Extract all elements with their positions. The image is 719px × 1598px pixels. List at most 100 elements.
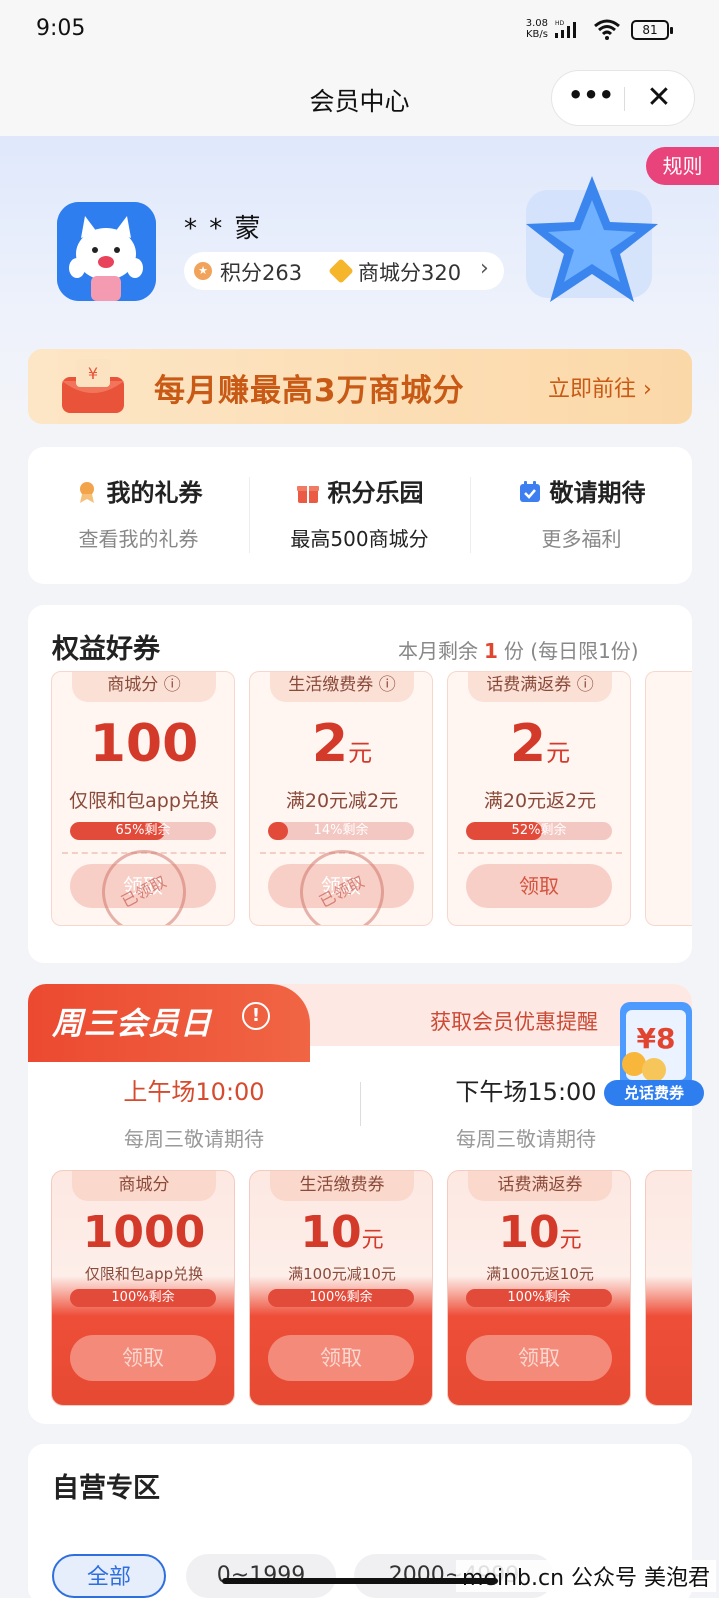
coupon-type[interactable]: 商城分 ⓘ [72, 672, 216, 702]
wednesday-body: 上午场10:00 每周三敬请期待 下午场15:00 每周三敬请期待 商城分 10… [28, 1046, 692, 1424]
close-icon[interactable]: ✕ [636, 75, 682, 121]
floating-phone-coupon[interactable]: ¥8 兑话费券 [604, 1000, 704, 1108]
more-icon[interactable]: ••• [566, 77, 616, 117]
promo-banner[interactable]: ¥ 每月赚最高3万商城分 立即前往 › [28, 349, 692, 424]
coupon-type: 商城分 [72, 1171, 216, 1201]
wednesday-member-day: 上午场10:00 每周三敬请期待 下午场15:00 每周三敬请期待 商城分 10… [28, 984, 692, 1424]
coming-soon-entry[interactable]: 敬请期待 更多福利 [471, 447, 692, 584]
avatar[interactable] [57, 202, 156, 301]
divider [458, 852, 622, 854]
coupon-desc: 仅限和包app兑换 [69, 790, 219, 812]
svg-text:兑话费券: 兑话费券 [624, 1084, 685, 1102]
calendar-icon [519, 481, 540, 502]
mall-points-value: 商城分320 [358, 261, 462, 285]
coupon-card: 生活缴费券 ⓘ 2元 满20元减2元 14%剩余 领取 已领取 [249, 671, 433, 926]
coupon-desc: 满100元返10元 [486, 1265, 594, 1283]
claim-button[interactable]: 领取 [268, 1335, 414, 1381]
coupon-amount: 100 [89, 714, 199, 774]
benefit-coupons-section: 权益好券 本月剩余 1 份 (每日限1份) 商城分 ⓘ 100 仅限和包app兑换 … [28, 605, 692, 963]
stock-progress: 52%剩余 [466, 822, 612, 840]
stock-progress: 14%剩余 [268, 822, 414, 840]
battery-icon: 81 [631, 20, 673, 40]
diamond-icon [328, 258, 354, 284]
svg-text:HD: HD [555, 20, 565, 27]
member-day-coupon: 话费满返券 10元 满100元返10元 100%剩余 领取 [447, 1170, 631, 1406]
section-title: 权益好券 [52, 634, 160, 665]
points-park-entry[interactable]: 积分乐园 最高500商城分 [249, 447, 470, 584]
coupon-desc: 满20元减2元 [285, 790, 399, 812]
coupon-desc: 满100元减10元 [288, 1265, 396, 1283]
filter-chip-all[interactable]: 全部 [52, 1554, 166, 1598]
claimed-stamp: 已领取 [87, 835, 201, 925]
red-envelope-icon: ¥ [62, 359, 124, 413]
username: * * 蒙 [184, 214, 263, 244]
coupon-desc: 仅限和包app兑换 [84, 1265, 204, 1283]
session-time: 上午场10:00 [123, 1078, 265, 1106]
gift-icon [296, 486, 319, 503]
morning-session: 上午场10:00 每周三敬请期待 [28, 1072, 360, 1152]
claimed-stamp: 已领取 [285, 835, 399, 925]
quick-sub: 更多福利 [541, 527, 622, 551]
quick-sub: 查看我的礼券 [78, 527, 199, 551]
coupon-amount: 2元 [311, 714, 373, 774]
member-star-icon [526, 176, 658, 302]
claim-button[interactable]: 领取 [466, 864, 612, 908]
coupon-type: 话费满返券 [468, 1171, 612, 1201]
section-title: 自营专区 [52, 1473, 160, 1504]
session-sub: 每周三敬请期待 [456, 1127, 596, 1151]
promo-go-link[interactable]: 立即前往 › [548, 371, 652, 403]
dog-mascot-icon [57, 202, 156, 301]
info-icon[interactable]: ! [242, 1002, 270, 1030]
quick-title: 积分乐园 [327, 479, 424, 507]
claim-button[interactable]: 领取 [466, 1335, 612, 1381]
member-day-coupon: 生活缴费券 10元 满100元减10元 100%剩余 领取 [249, 1170, 433, 1406]
status-time: 9:05 [36, 16, 86, 41]
coupon-amount: 1000 [82, 1207, 206, 1258]
quick-title: 敬请期待 [549, 479, 646, 507]
my-coupons-entry[interactable]: 我的礼券 查看我的礼券 [28, 447, 249, 584]
coupon-type: 生活缴费券 [270, 1171, 414, 1201]
wednesday-title-tab: 周三会员日 ! [28, 984, 310, 1062]
wifi-icon [594, 19, 620, 40]
stock-progress: 100%剩余 [70, 1289, 216, 1307]
network-speed: 3.08 KB/s [525, 18, 548, 40]
stock-progress: 100%剩余 [268, 1289, 414, 1307]
capsule-divider [624, 87, 625, 111]
svg-text:¥8: ¥8 [637, 1022, 676, 1055]
subscribe-reminder-link[interactable]: 获取会员优惠提醒 [430, 1006, 598, 1036]
star-badge-icon: ★ [194, 262, 212, 280]
member-day-coupon: 商城分 1000 仅限和包app兑换 100%剩余 领取 [51, 1170, 235, 1406]
coupon-ribbon-icon [79, 482, 94, 503]
stock-progress: 65%剩余 [70, 822, 216, 840]
claim-button[interactable]: 领取 [70, 1335, 216, 1381]
home-indicator[interactable] [222, 1578, 498, 1584]
points-value: 积分263 [220, 261, 303, 285]
quick-entries: 我的礼券 查看我的礼券 积分乐园 最高500商城分 敬请期待 更多福利 [28, 447, 692, 584]
stock-progress: 100%剩余 [466, 1289, 612, 1307]
miniapp-capsule: ••• ✕ [551, 70, 695, 126]
chevron-right-icon: › [480, 256, 489, 281]
signal-icon: HD [555, 20, 576, 38]
member-day-coupon-peek [645, 1170, 692, 1406]
coupon-card-peek [645, 671, 692, 926]
nav-bar: 会员中心 ••• ✕ [0, 62, 719, 136]
promo-text: 每月赚最高3万商城分 [154, 373, 465, 409]
svg-text:¥: ¥ [88, 364, 98, 383]
coupon-type[interactable]: 生活缴费券 ⓘ [270, 672, 414, 702]
points-summary[interactable]: ★ 积分263 商城分320 › [184, 252, 504, 290]
quick-title: 我的礼券 [106, 479, 203, 507]
coupon-desc: 满20元返2元 [483, 790, 597, 812]
coupon-card: 商城分 ⓘ 100 仅限和包app兑换 65%剩余 领取 已领取 [51, 671, 235, 926]
coupon-type[interactable]: 话费满返券 ⓘ [468, 672, 612, 702]
monthly-remaining: 本月剩余 1 份 (每日限1份) [398, 639, 639, 663]
coupon-amount: 10元 [498, 1207, 582, 1258]
watermark: meinb.cn 公众号 美泡君 [456, 1560, 717, 1592]
coupon-amount: 10元 [300, 1207, 384, 1258]
section-title: 周三会员日 [52, 1006, 212, 1042]
coupon-amount: 2元 [509, 714, 571, 774]
status-bar: 9:05 3.08 KB/s HD 81 [0, 0, 719, 62]
quick-sub: 最高500商城分 [290, 527, 429, 551]
coupon-card: 话费满返券 ⓘ 2元 满20元返2元 52%剩余 领取 [447, 671, 631, 926]
session-sub: 每周三敬请期待 [124, 1127, 264, 1151]
filter-chip-price[interactable]: 0~1999 [186, 1554, 336, 1598]
